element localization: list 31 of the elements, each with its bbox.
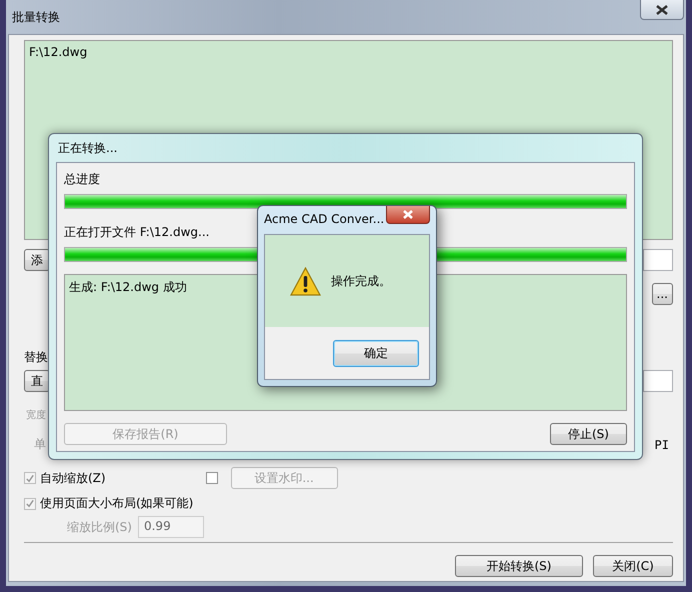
checkmark-icon <box>25 472 35 484</box>
file-item[interactable]: F:\12.dwg <box>29 45 668 59</box>
dialog-title: 正在转换... <box>57 140 118 157</box>
checkmark-icon <box>25 498 35 509</box>
scale-label: 缩放比例(S) <box>67 518 132 536</box>
message-text: 操作完成。 <box>331 272 391 290</box>
text-field[interactable] <box>643 249 673 271</box>
ok-button[interactable]: 确定 <box>333 340 419 366</box>
overall-progress-label: 总进度 <box>64 171 101 188</box>
close-button[interactable]: 关闭(C) <box>593 555 673 577</box>
browse-button[interactable]: ... <box>652 283 673 305</box>
text-field[interactable] <box>643 370 673 392</box>
close-icon <box>655 4 669 14</box>
direct-button[interactable]: 直 <box>24 370 50 392</box>
warning-icon <box>290 266 321 296</box>
close-button[interactable] <box>386 206 430 224</box>
add-button[interactable]: 添 <box>24 249 50 271</box>
close-button[interactable] <box>640 0 684 20</box>
scale-field[interactable]: 0.99 <box>138 516 204 538</box>
start-button[interactable]: 开始转换(S) <box>455 555 583 577</box>
width-label: 宽度 <box>26 408 46 422</box>
unit-label: 单 <box>34 436 46 453</box>
window-title: 批量转换 <box>12 9 60 26</box>
replace-label: 替换 <box>24 349 48 366</box>
close-icon <box>402 210 414 219</box>
log-line: 生成: F:\12.dwg 成功 <box>69 279 187 296</box>
file-progress-label: 正在打开文件 F:\12.dwg... <box>64 224 210 241</box>
dpi-label: PI <box>654 438 669 452</box>
watermark-checkbox[interactable] <box>206 472 218 484</box>
stop-button[interactable]: 停止(S) <box>550 423 627 445</box>
dialog-title: Acme CAD Conver... <box>264 212 384 226</box>
